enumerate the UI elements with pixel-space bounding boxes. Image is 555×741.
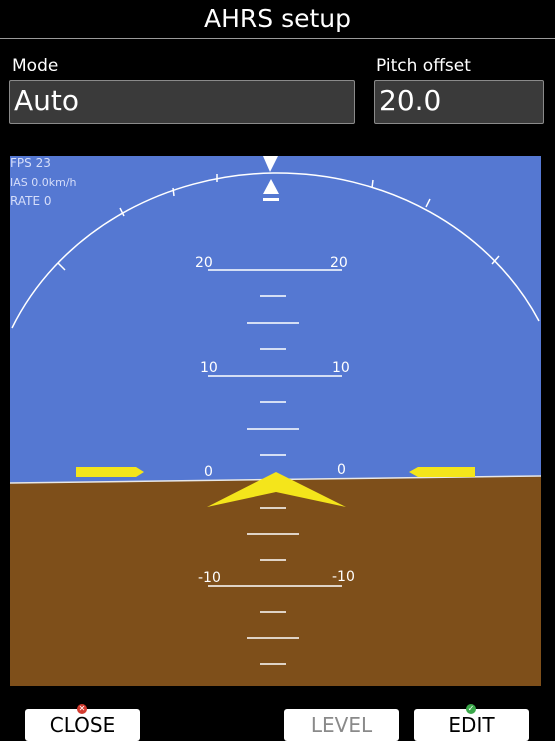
left-wing-marker bbox=[76, 467, 144, 477]
check-icon: ✓ bbox=[466, 704, 476, 714]
attitude-indicator: 20 20 10 10 0 0 -10 -10 FPS 23 IAS 0.0km… bbox=[10, 156, 541, 686]
right-wing-marker bbox=[409, 467, 475, 477]
mode-select[interactable]: Auto bbox=[9, 80, 355, 124]
mode-label: Mode bbox=[12, 56, 59, 76]
close-icon: ✕ bbox=[77, 704, 87, 714]
level-button[interactable]: LEVEL bbox=[284, 709, 399, 741]
ias-text: IAS 0.0km/h bbox=[10, 176, 77, 189]
edit-button-label: EDIT bbox=[448, 713, 495, 737]
pitch-label-0-left: 0 bbox=[204, 464, 213, 480]
pitch-label-0-right: 0 bbox=[337, 462, 346, 478]
fps-text: FPS 23 bbox=[10, 156, 51, 170]
edit-button[interactable]: ✓ EDIT bbox=[414, 704, 529, 741]
pitch-offset-label: Pitch offset bbox=[376, 56, 471, 76]
window-title: AHRS setup bbox=[0, 0, 555, 39]
pitch-label-minus10-right: -10 bbox=[332, 569, 355, 585]
rate-text: RATE 0 bbox=[10, 194, 52, 208]
level-button-label: LEVEL bbox=[310, 713, 373, 737]
pitch-label-10-right: 10 bbox=[332, 360, 350, 376]
pitch-label-minus10-left: -10 bbox=[198, 570, 221, 586]
close-button[interactable]: ✕ CLOSE bbox=[25, 704, 140, 741]
pitch-label-20-right: 20 bbox=[330, 255, 348, 271]
pitch-offset-field[interactable]: 20.0 bbox=[374, 80, 544, 124]
pitch-label-20-left: 20 bbox=[195, 255, 213, 271]
close-button-label: CLOSE bbox=[49, 713, 116, 737]
pitch-label-10-left: 10 bbox=[200, 360, 218, 376]
